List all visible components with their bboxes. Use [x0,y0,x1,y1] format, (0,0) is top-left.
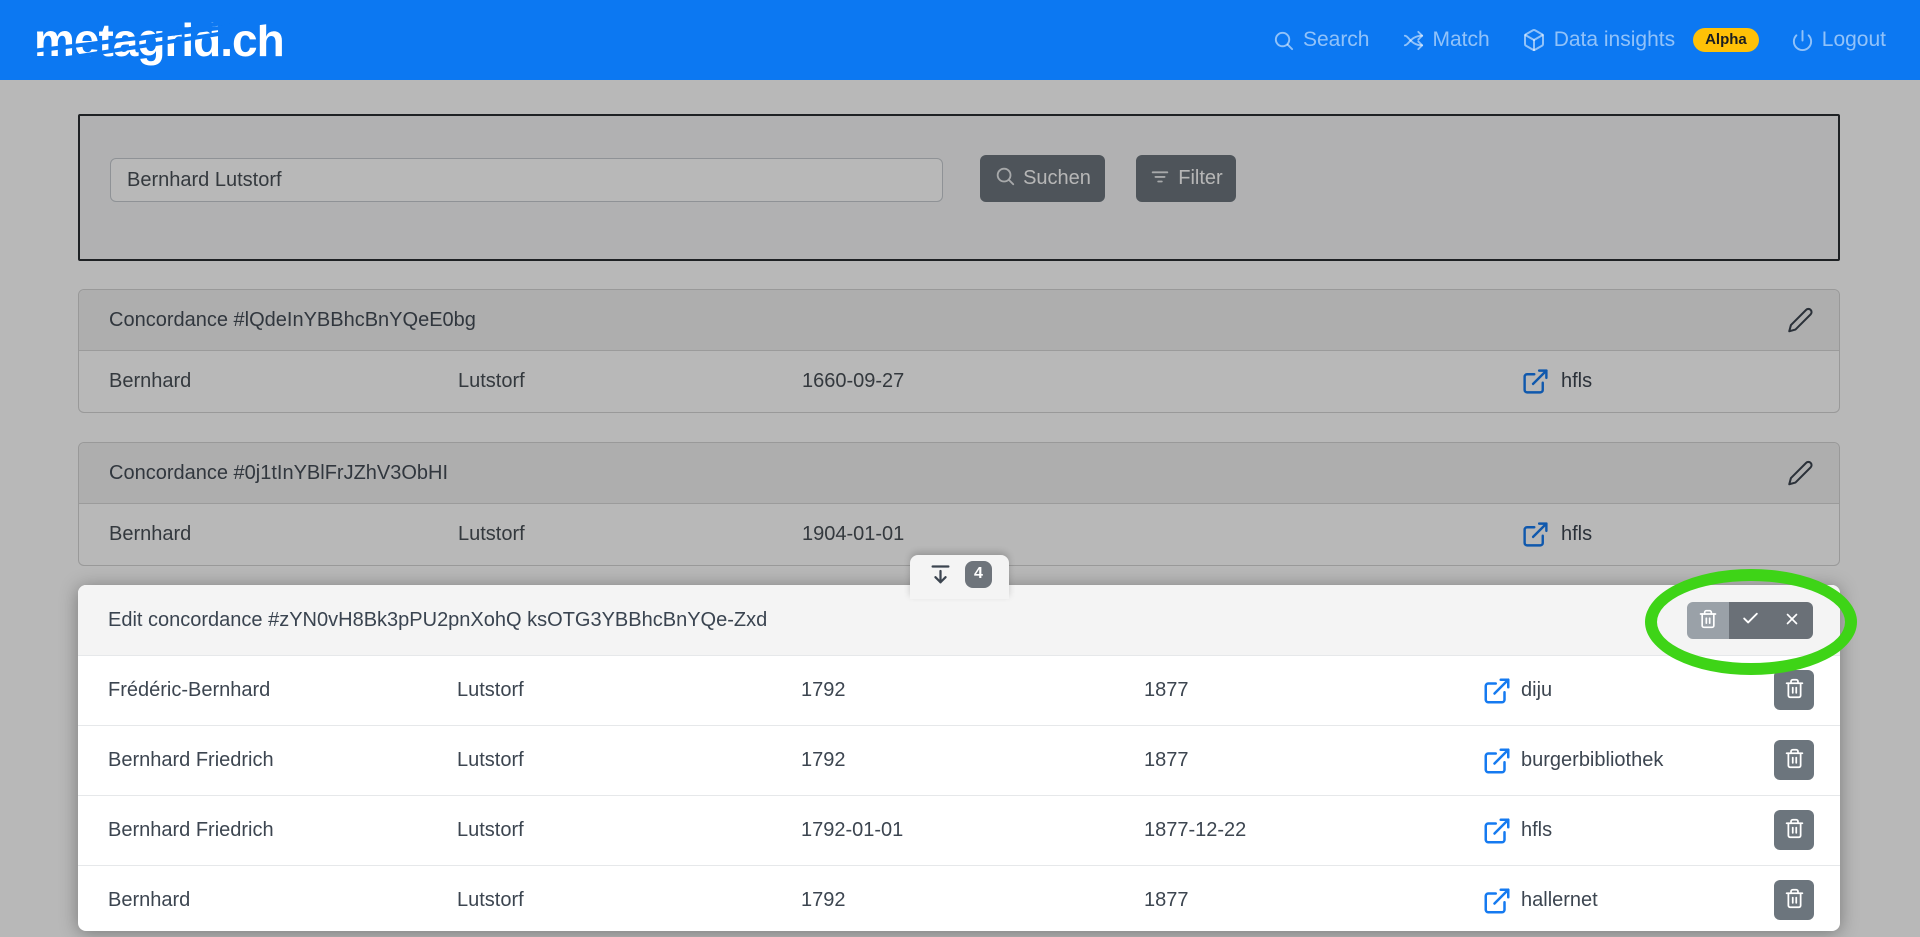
provider-label[interactable]: hallernet [1521,889,1598,912]
nav-label: Match [1433,28,1490,52]
search-icon [1272,29,1295,52]
shuffle-icon [1402,29,1425,52]
remove-row-button[interactable] [1774,810,1814,850]
app-header: metagrid.ch Search Match Data insights A… [0,0,1920,80]
trash-icon [1784,678,1805,702]
trash-icon [1784,818,1805,842]
close-icon [1783,610,1801,631]
edit-concordance-panel: Edit concordance #zYN0vH8Bk3pPU2pnXohQ k… [78,585,1840,931]
cell-death-date: 1877 [1144,866,1189,935]
cell-first-name: Bernhard Friedrich [108,726,274,795]
provider-label[interactable]: burgerbibliothek [1521,749,1663,772]
nav-label: Search [1303,28,1370,52]
external-link-icon[interactable] [1482,676,1512,706]
cell-death-date: 1877-12-22 [1144,796,1246,865]
remove-row-button[interactable] [1774,740,1814,780]
remove-row-button[interactable] [1774,670,1814,710]
trash-icon [1784,888,1805,912]
delete-concordance-button[interactable] [1687,602,1729,639]
logo-text: metagrid.ch [34,14,284,66]
check-icon [1741,609,1760,631]
table-row: Frédéric-Bernhard Lutstorf 1792 1877 dij… [78,655,1840,725]
remove-row-button[interactable] [1774,880,1814,920]
nav-label: Data insights [1554,28,1675,52]
cell-death-date: 1877 [1144,656,1189,725]
confirm-button[interactable] [1729,602,1771,639]
app: metagrid.ch Search Match Data insights A… [0,0,1920,937]
table-row: Bernhard Friedrich Lutstorf 1792 1877 bu… [78,725,1840,795]
record-count-badge: 4 [965,561,992,588]
cell-last-name: Lutstorf [457,726,524,795]
edit-action-group [1687,602,1813,639]
external-link-icon[interactable] [1482,886,1512,916]
trash-icon [1784,748,1805,772]
nav-item-logout[interactable]: Logout [1791,28,1886,52]
provider-link: hfls [1482,796,1552,865]
edit-panel-title: Edit concordance #zYN0vH8Bk3pPU2pnXohQ k… [108,609,767,632]
cell-first-name: Bernhard Friedrich [108,796,274,865]
collapse-tab-button[interactable]: 4 [910,555,1009,599]
main-nav: Search Match Data insights Alpha Logout [1272,28,1886,53]
provider-label[interactable]: diju [1521,679,1552,702]
cell-birth-date: 1792 [801,866,846,935]
cell-birth-date: 1792-01-01 [801,796,903,865]
trash-icon [1698,609,1718,632]
provider-link: hallernet [1482,866,1598,935]
alpha-badge: Alpha [1693,28,1759,53]
cell-birth-date: 1792 [801,726,846,795]
logo[interactable]: metagrid.ch [34,17,284,63]
provider-label[interactable]: hfls [1521,819,1552,842]
cube-icon [1522,28,1546,52]
cell-death-date: 1877 [1144,726,1189,795]
cell-first-name: Bernhard [108,866,190,935]
external-link-icon[interactable] [1482,816,1512,846]
cell-last-name: Lutstorf [457,796,524,865]
nav-item-match[interactable]: Match [1402,28,1490,52]
table-row: Bernhard Lutstorf 1792 1877 hallernet [78,865,1840,935]
provider-link: diju [1482,656,1552,725]
power-icon [1791,29,1814,52]
cancel-button[interactable] [1771,602,1813,639]
nav-item-search[interactable]: Search [1272,28,1370,52]
table-row: Bernhard Friedrich Lutstorf 1792-01-01 1… [78,795,1840,865]
nav-item-data-insights[interactable]: Data insights Alpha [1522,28,1759,53]
provider-link: burgerbibliothek [1482,726,1663,795]
collapse-down-icon [927,562,954,589]
cell-first-name: Frédéric-Bernhard [108,656,270,725]
external-link-icon[interactable] [1482,746,1512,776]
cell-birth-date: 1792 [801,656,846,725]
nav-label: Logout [1822,28,1886,52]
cell-last-name: Lutstorf [457,866,524,935]
cell-last-name: Lutstorf [457,656,524,725]
